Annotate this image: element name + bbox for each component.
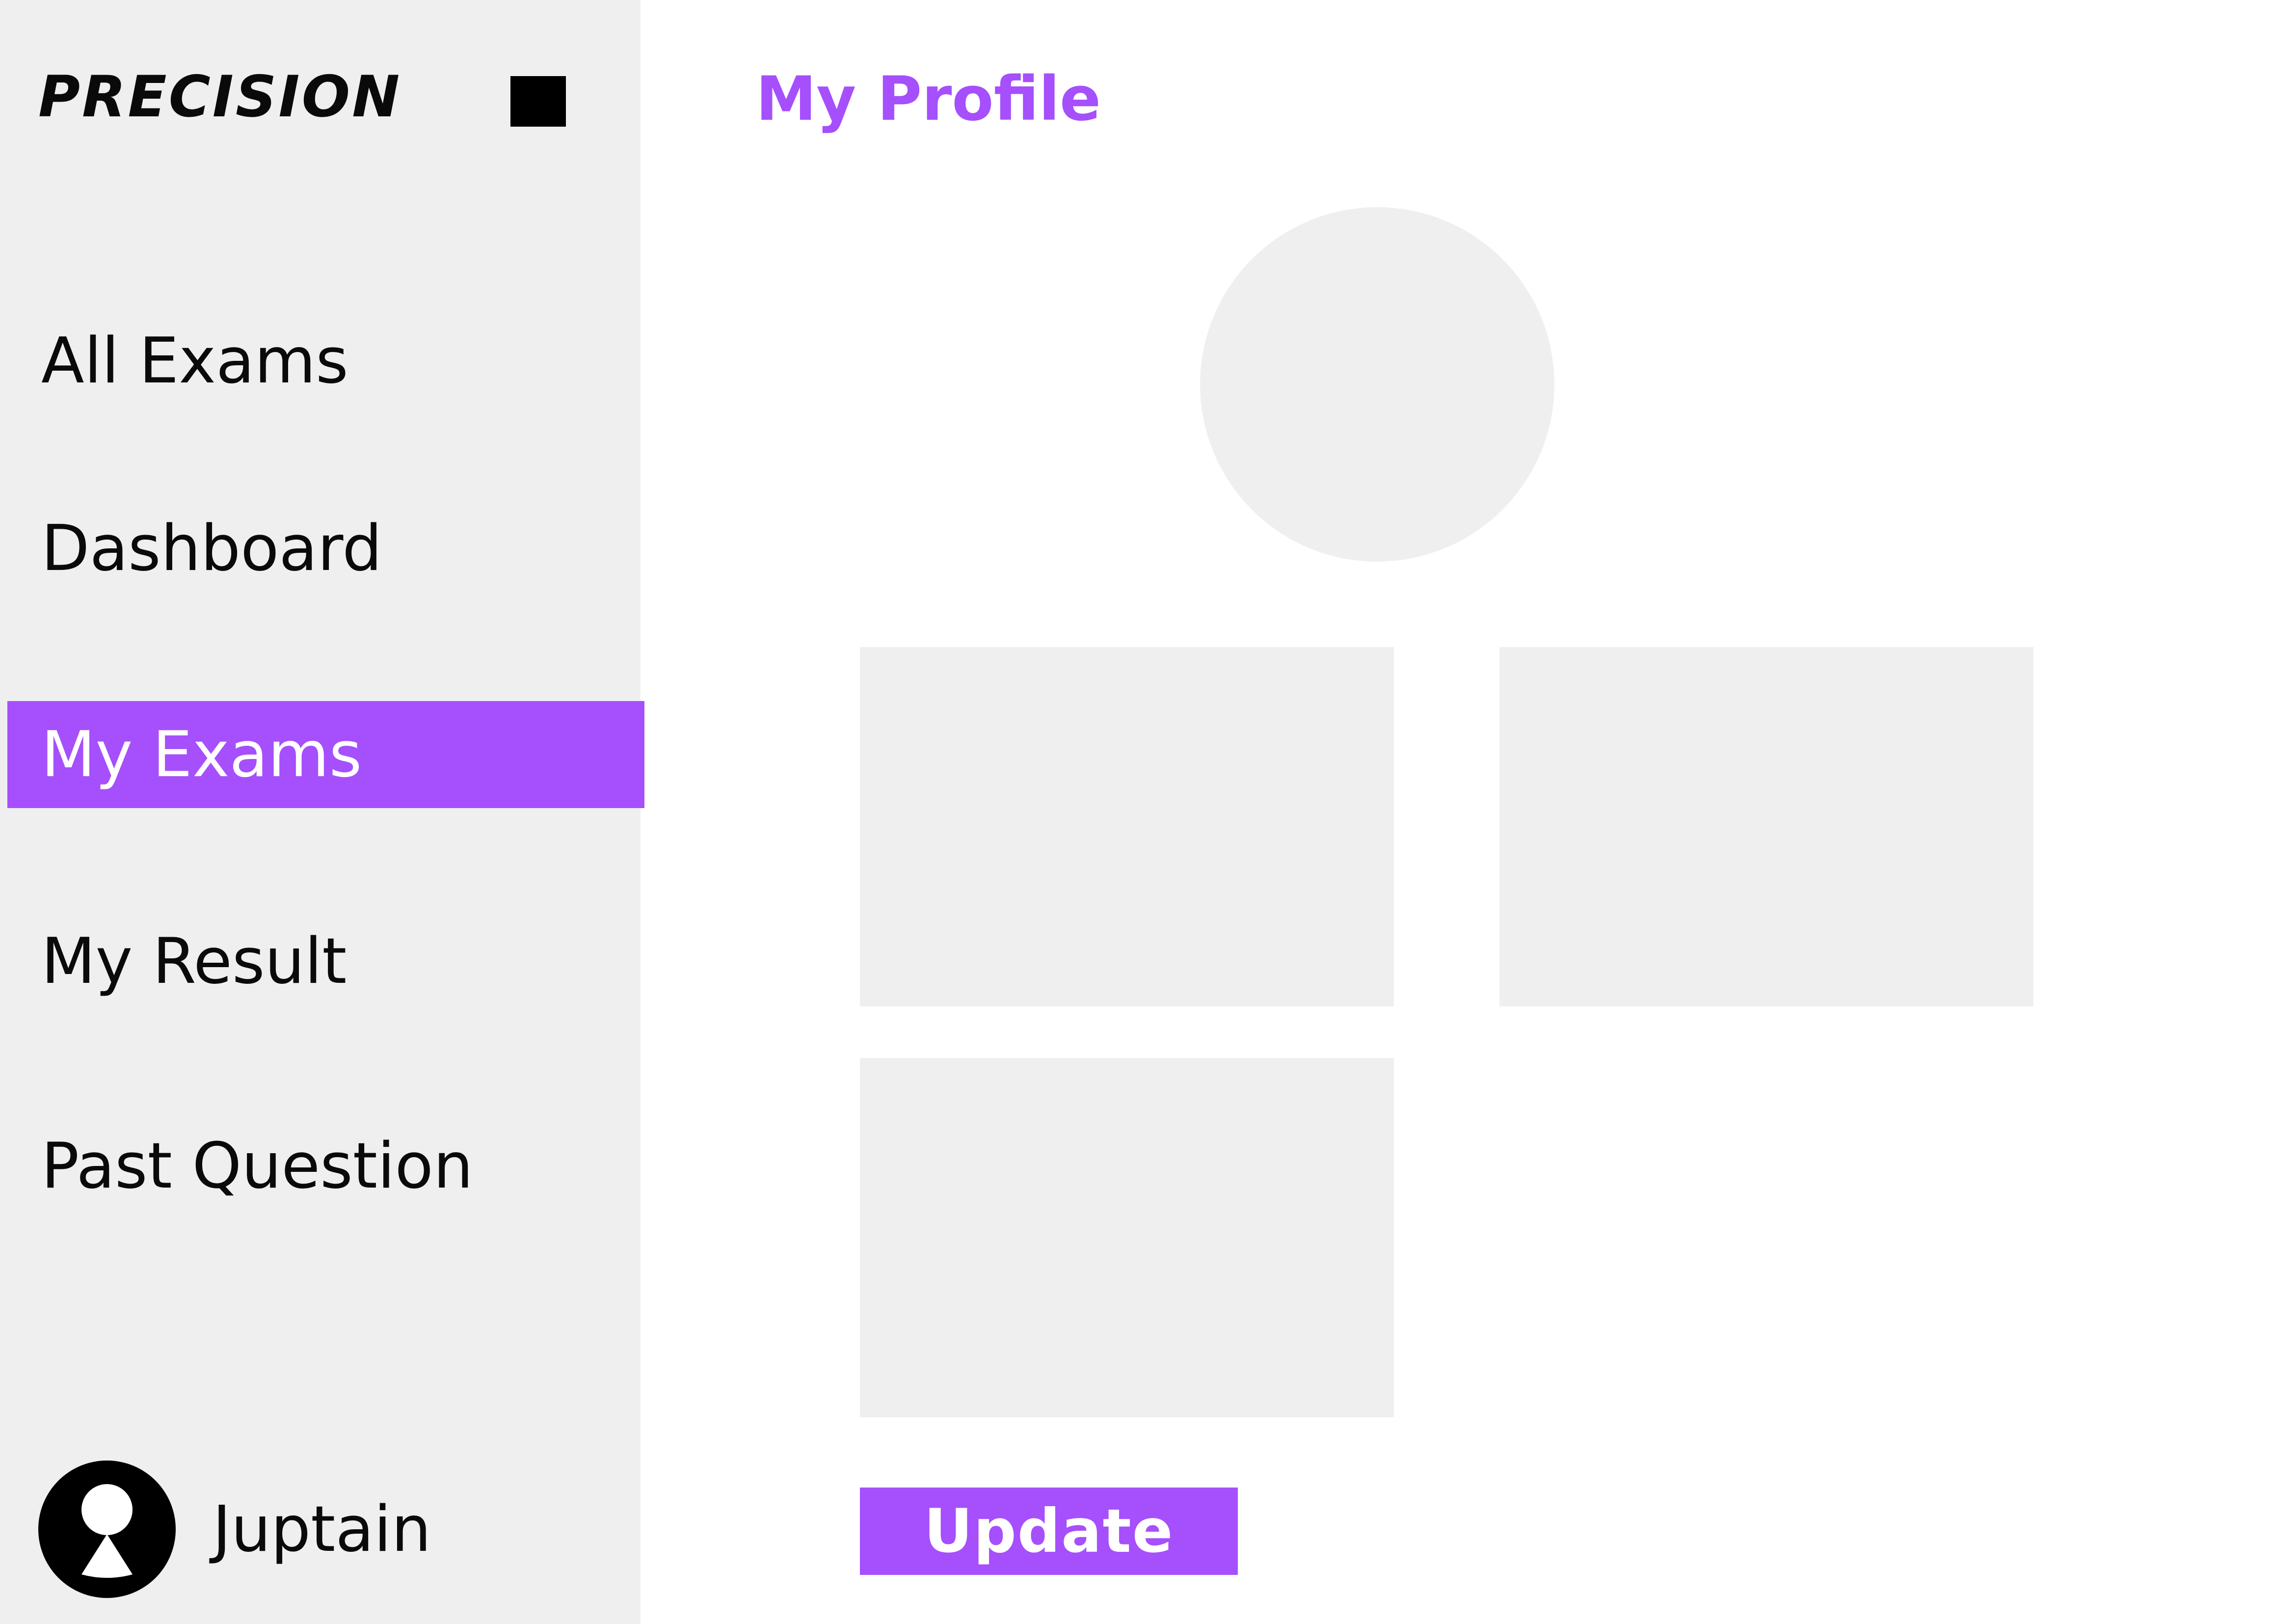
sidebar-item-label: My Result <box>41 924 347 998</box>
profile-field-1[interactable] <box>860 647 1394 1006</box>
user-name: Juptain <box>213 1492 431 1566</box>
sidebar: PRECISION All Exams Dashboard My Exams M… <box>0 0 644 1624</box>
sidebar-item-label: Dashboard <box>41 512 382 585</box>
profile-photo[interactable] <box>1200 207 1554 562</box>
sidebar-item-label: All Exams <box>41 324 348 398</box>
sidebar-item-past-question[interactable]: Past Question <box>0 1112 644 1219</box>
user-avatar-icon <box>38 1461 176 1598</box>
brand-logo: PRECISION <box>38 64 402 130</box>
sidebar-item-label: Past Question <box>41 1129 473 1203</box>
sidebar-item-label: My Exams <box>41 718 362 791</box>
page-title: My Profile <box>756 64 1101 135</box>
profile-field-3[interactable] <box>860 1058 1394 1417</box>
app-window: PRECISION All Exams Dashboard My Exams M… <box>0 0 2296 1624</box>
menu-toggle-icon[interactable] <box>510 76 566 127</box>
profile-field-2[interactable] <box>1499 647 2033 1006</box>
update-button[interactable]: Update <box>860 1488 1238 1575</box>
user-profile[interactable]: Juptain <box>38 1461 431 1598</box>
sidebar-item-dashboard[interactable]: Dashboard <box>0 495 644 602</box>
sidebar-item-my-exams[interactable]: My Exams <box>7 701 644 808</box>
sidebar-item-all-exams[interactable]: All Exams <box>0 307 644 414</box>
sidebar-item-my-result[interactable]: My Result <box>0 908 644 1015</box>
